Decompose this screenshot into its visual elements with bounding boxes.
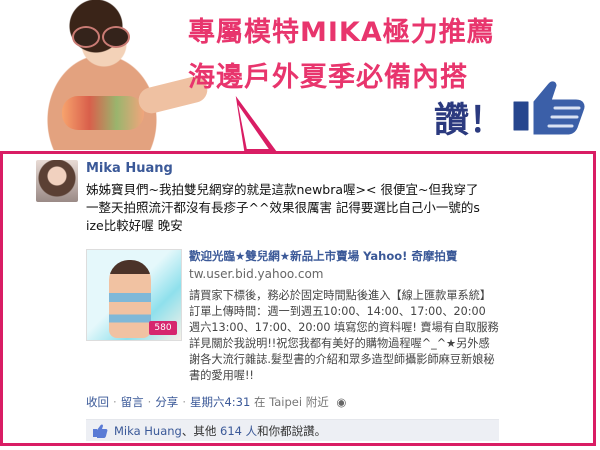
- headline-line-1: 專屬模特MIKA極力推薦: [188, 17, 495, 48]
- likes-suffix: 和你都說讚。: [257, 424, 327, 438]
- undo-link[interactable]: 收回: [86, 395, 109, 409]
- globe-icon: ◉: [336, 395, 347, 409]
- shared-link-url[interactable]: tw.user.bid.yahoo.com: [189, 267, 489, 281]
- like-user-link[interactable]: Mika Huang: [114, 424, 182, 438]
- shared-link-description: 請買家下標後，務必於固定時間點後進入【線上匯款單系統】訂單上傳時間：週一到週五1…: [189, 289, 499, 382]
- author-avatar[interactable]: [36, 160, 78, 202]
- likes-summary: Mika Huang、其他 614 人和你都說讚。: [86, 419, 499, 441]
- actions-separator: ·: [147, 395, 152, 409]
- bikini-graphic: [62, 96, 144, 130]
- thumbs-up-icon: [510, 78, 588, 136]
- shared-link-title[interactable]: 歡迎光臨★雙兒網★新品上市賣場 Yahoo! 奇摩拍賣: [189, 248, 501, 264]
- actions-separator: ·: [113, 395, 117, 409]
- model-photo: [18, 0, 211, 150]
- shared-link-thumbnail[interactable]: 580: [86, 249, 182, 341]
- location-text: 在 Taipei 附近: [253, 395, 329, 409]
- facebook-post: Mika Huang 姊姊寶貝們~我拍雙兒網穿的就是這款newbra喔>< 很便…: [36, 160, 576, 441]
- post-message: 姊姊寶貝們~我拍雙兒網穿的就是這款newbra喔>< 很便宜~但我穿了一整天拍照…: [86, 182, 480, 233]
- like-thumb-icon: [93, 424, 108, 438]
- promo-header: 專屬模特MIKA極力推薦 海邊戶外夏季必備內搭 讚！: [0, 0, 600, 151]
- thumbnail-price-badge: 580: [149, 321, 177, 335]
- actions-separator: ·: [182, 395, 186, 409]
- sunglasses-graphic: [72, 26, 130, 48]
- timestamp-link[interactable]: 星期六4:31: [190, 395, 250, 409]
- likes-count-link[interactable]: 614 人: [220, 424, 257, 438]
- promo-headline: 專屬模特MIKA極力推薦 海邊戶外夏季必備內搭: [188, 10, 548, 100]
- post-actions: 收回 · 留言 · 分享 · 星期六4:31 在 Taipei 附近 ◉: [86, 394, 346, 410]
- likes-text: Mika Huang、其他 614 人和你都說讚。: [114, 420, 326, 442]
- thumbnail-model-figure: [109, 260, 151, 338]
- like-label: 讚！: [434, 101, 505, 141]
- share-link[interactable]: 分享: [155, 395, 178, 409]
- likes-others-prefix: 、其他: [181, 424, 217, 438]
- comment-link[interactable]: 留言: [121, 395, 144, 409]
- author-name-link[interactable]: Mika Huang: [86, 161, 173, 176]
- shared-link-card[interactable]: 580 歡迎光臨★雙兒網★新品上市賣場 Yahoo! 奇摩拍賣 tw.user.…: [86, 243, 501, 389]
